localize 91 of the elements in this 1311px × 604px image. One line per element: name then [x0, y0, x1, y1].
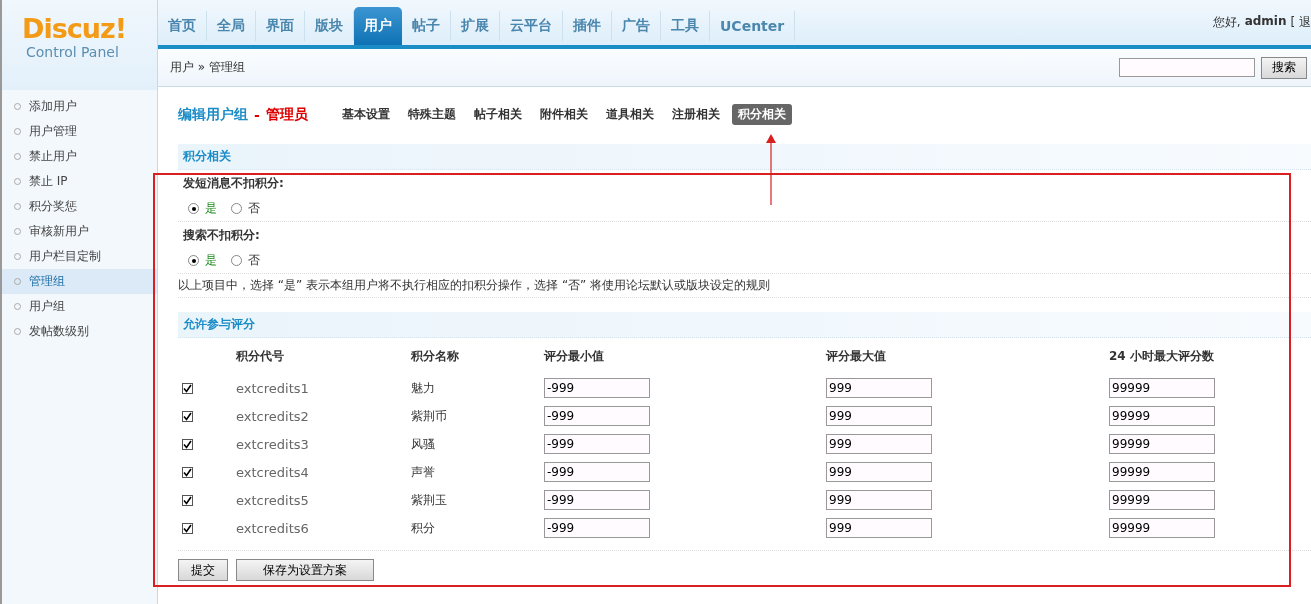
- radio-button[interactable]: [231, 255, 242, 266]
- nav-tab[interactable]: 广告: [612, 11, 661, 41]
- radio-button[interactable]: [188, 203, 199, 214]
- column-header: 评分最大值: [826, 347, 887, 365]
- breadcrumb: 用户 » 管理组: [170, 59, 245, 76]
- credit-name: 声誉: [411, 463, 435, 481]
- nav-tab[interactable]: 首页: [158, 11, 207, 41]
- max-field[interactable]: 999: [826, 434, 932, 454]
- sub-tab[interactable]: 帖子相关: [467, 104, 528, 125]
- daily-field[interactable]: 99999: [1109, 406, 1215, 426]
- checkbox[interactable]: [182, 410, 193, 422]
- radio-option[interactable]: 否: [231, 200, 260, 217]
- group-name: 管理员: [265, 105, 308, 124]
- credit-name: 紫荆币: [411, 407, 447, 425]
- sidebar-item[interactable]: 用户组: [2, 294, 157, 319]
- checkbox[interactable]: [182, 522, 193, 534]
- section-header: 允许参与评分: [178, 312, 1311, 338]
- brand-name: Discuz!: [22, 14, 127, 44]
- form-button[interactable]: 提交: [178, 559, 228, 581]
- column-header: 评分最小值: [544, 347, 605, 365]
- sub-tab[interactable]: 基本设置: [335, 104, 396, 125]
- sub-tab[interactable]: 积分相关: [731, 104, 792, 125]
- radio-button[interactable]: [188, 255, 199, 266]
- radio-option[interactable]: 是: [188, 200, 217, 217]
- daily-field[interactable]: 99999: [1109, 378, 1215, 398]
- sidebar-item[interactable]: 禁止 IP: [2, 169, 157, 194]
- nav-tab[interactable]: 用户: [354, 7, 402, 45]
- nav-tab[interactable]: 界面: [256, 11, 305, 41]
- sidebar-item[interactable]: 审核新用户: [2, 219, 157, 244]
- sidebar-item[interactable]: 用户管理: [2, 119, 157, 144]
- sub-tab[interactable]: 特殊主题: [401, 104, 462, 125]
- sidebar-item[interactable]: 积分奖惩: [2, 194, 157, 219]
- daily-field[interactable]: 99999: [1109, 518, 1215, 538]
- credit-code: extcredits2: [236, 408, 309, 424]
- annotation-arrow: [766, 134, 776, 206]
- sub-tab[interactable]: 道具相关: [599, 104, 660, 125]
- greeting: 您好,: [1212, 14, 1241, 31]
- page-title: 编辑用户组: [178, 105, 248, 124]
- credit-name: 积分: [411, 519, 435, 537]
- search-button[interactable]: 搜索: [1261, 56, 1307, 79]
- max-field[interactable]: 999: [826, 490, 932, 510]
- max-field[interactable]: 999: [826, 406, 932, 426]
- logout-link[interactable]: [ 退: [1290, 14, 1311, 31]
- checkbox[interactable]: [182, 382, 193, 394]
- brand-subtitle: Control Panel: [26, 44, 120, 60]
- setting-label: 搜索不扣积分:: [182, 226, 261, 244]
- credit-code: extcredits1: [236, 380, 309, 396]
- max-field[interactable]: 999: [826, 518, 932, 538]
- min-field[interactable]: -999: [544, 406, 650, 426]
- title-dash: -: [254, 106, 260, 123]
- checkbox[interactable]: [182, 466, 193, 478]
- sidebar-item[interactable]: 用户栏目定制: [2, 244, 157, 269]
- min-field[interactable]: -999: [544, 378, 650, 398]
- user-name: admin: [1244, 14, 1287, 30]
- min-field[interactable]: -999: [544, 490, 650, 510]
- credit-code: extcredits3: [236, 436, 309, 452]
- note-text: 以上项目中，选择 “是” 表示本组用户将不执行相应的扣积分操作，选择 “否” 将使用论坛默认或版块设定的规则: [178, 274, 1311, 298]
- nav-tab[interactable]: 插件: [563, 11, 612, 41]
- form-button[interactable]: 保存为设置方案: [236, 559, 374, 581]
- sidebar-item[interactable]: 发帖数级别: [2, 319, 157, 344]
- column-header: 24 小时最大评分数: [1109, 347, 1215, 365]
- sub-tab[interactable]: 注册相关: [665, 104, 726, 125]
- sub-tab[interactable]: 附件相关: [533, 104, 594, 125]
- sidebar-item[interactable]: 添加用户: [2, 94, 157, 119]
- min-field[interactable]: -999: [544, 518, 650, 538]
- radio-option[interactable]: 是: [188, 252, 217, 269]
- column-header: 积分名称: [411, 347, 460, 365]
- daily-field[interactable]: 99999: [1109, 490, 1215, 510]
- credit-name: 紫荆玉: [411, 491, 447, 509]
- nav-tab[interactable]: 帖子: [402, 11, 451, 41]
- column-header: 积分代号: [236, 347, 285, 365]
- max-field[interactable]: 999: [826, 378, 932, 398]
- credit-code: extcredits4: [236, 464, 309, 480]
- setting-label: 发短消息不扣积分:: [182, 174, 285, 192]
- credit-name: 风骚: [411, 435, 435, 453]
- radio-button[interactable]: [231, 203, 242, 214]
- daily-field[interactable]: 99999: [1109, 434, 1215, 454]
- checkbox[interactable]: [182, 438, 193, 450]
- min-field[interactable]: -999: [544, 462, 650, 482]
- credit-code: extcredits5: [236, 492, 309, 508]
- credit-code: extcredits6: [236, 520, 309, 536]
- section-header: 积分相关: [178, 144, 1311, 170]
- min-field[interactable]: -999: [544, 434, 650, 454]
- sidebar-item[interactable]: 管理组: [2, 269, 157, 294]
- daily-field[interactable]: 99999: [1109, 462, 1215, 482]
- search-field[interactable]: [1119, 58, 1255, 77]
- sidebar-item[interactable]: 禁止用户: [2, 144, 157, 169]
- checkbox[interactable]: [182, 494, 193, 506]
- credit-name: 魅力: [411, 379, 435, 397]
- max-field[interactable]: 999: [826, 462, 932, 482]
- radio-option[interactable]: 否: [231, 252, 260, 269]
